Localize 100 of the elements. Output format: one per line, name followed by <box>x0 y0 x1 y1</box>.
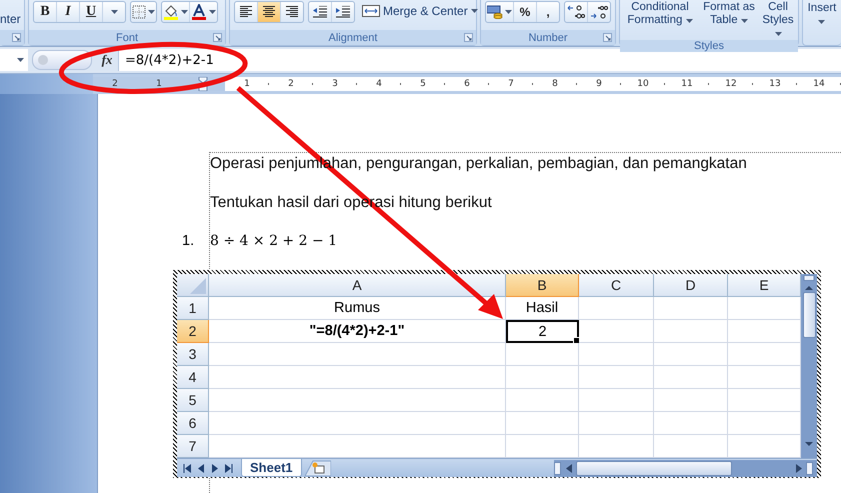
ruler-number: 14 <box>811 79 827 89</box>
table-cell[interactable] <box>579 389 654 412</box>
group-label: Font <box>116 32 138 44</box>
horizontal-scrollbar[interactable] <box>554 460 817 476</box>
select-all-button[interactable] <box>177 274 209 297</box>
ruler-number: 2 <box>286 79 296 89</box>
table-cell[interactable] <box>654 389 728 412</box>
ruler-number: 8 <box>550 79 560 89</box>
table-cell[interactable] <box>506 412 579 435</box>
ruler-number: 10 <box>635 79 651 89</box>
caret-icon <box>110 10 118 14</box>
scroll-thumb[interactable] <box>802 292 816 338</box>
comma-button[interactable]: , <box>537 2 559 22</box>
table-cell[interactable] <box>579 412 654 435</box>
merge-center-button[interactable]: Merge & Center <box>359 1 481 21</box>
font-color-button[interactable] <box>190 2 217 22</box>
split-handle[interactable] <box>803 275 815 281</box>
caret-icon <box>740 19 748 23</box>
conditional-formatting-button[interactable]: Conditional Formatting <box>621 0 699 27</box>
italic-button[interactable]: I <box>57 2 80 22</box>
table-cell[interactable]: "=8/(4*2)+2-1" <box>209 320 506 343</box>
row-header[interactable]: 5 <box>177 389 209 412</box>
percent-button[interactable]: % <box>514 2 537 22</box>
row-header[interactable]: 2 <box>177 320 209 343</box>
table-cell[interactable]: 2 <box>506 320 579 343</box>
vertical-scrollbar[interactable] <box>801 274 817 458</box>
row-header[interactable]: 4 <box>177 366 209 389</box>
row-header[interactable]: 7 <box>177 435 209 458</box>
caret-icon <box>470 9 478 13</box>
table-cell[interactable] <box>209 412 506 435</box>
sheet-tab[interactable]: Sheet1 <box>241 459 302 477</box>
caret-icon <box>686 19 693 23</box>
ruler-number: 11 <box>679 79 695 89</box>
dialog-launcher-icon[interactable] <box>464 33 473 42</box>
dialog-launcher-icon[interactable] <box>213 33 222 42</box>
left-arrow-icon[interactable] <box>565 464 573 472</box>
increase-decimal-button[interactable] <box>565 2 588 22</box>
down-arrow-icon[interactable] <box>803 440 815 448</box>
underline-button[interactable]: U <box>80 2 103 22</box>
skip-arrow-icon[interactable] <box>225 464 233 472</box>
table-cell[interactable]: Hasil <box>506 297 579 320</box>
dialog-launcher-icon[interactable] <box>603 33 612 42</box>
align-center-button[interactable] <box>258 2 281 22</box>
ruler-number: 3 <box>330 79 340 89</box>
caret-icon <box>818 20 826 24</box>
row-header[interactable]: 6 <box>177 412 209 435</box>
table-cell[interactable] <box>209 389 506 412</box>
table-cell[interactable] <box>654 366 728 389</box>
dialog-launcher-icon[interactable] <box>12 33 21 42</box>
insert-sheet-icon[interactable] <box>304 460 331 476</box>
indent-icon <box>313 6 327 18</box>
caret-icon <box>148 10 155 14</box>
math-expression: 8 ÷ 4 × 2 + 2 − 1 <box>210 233 338 251</box>
table-cell[interactable] <box>209 366 506 389</box>
group-label: Number <box>528 32 568 44</box>
decimal-icon <box>590 4 608 20</box>
paint-bucket-icon <box>163 4 179 20</box>
skip-arrow-icon[interactable] <box>183 464 191 472</box>
insert-function-button[interactable]: fx <box>96 52 118 68</box>
fill-color-button[interactable] <box>162 2 190 22</box>
table-cell[interactable] <box>579 297 654 320</box>
list-number: 1. <box>182 233 194 249</box>
column-header[interactable]: E <box>728 274 801 297</box>
triangle-icon <box>190 278 206 294</box>
ruler-number: 1 <box>155 78 163 91</box>
cell-styles-button[interactable]: Cell Styles <box>759 0 797 40</box>
table-cell[interactable] <box>579 320 654 343</box>
ruler-number: 9 <box>594 79 604 89</box>
row-header[interactable]: 1 <box>177 297 209 320</box>
table-cell[interactable] <box>579 343 654 366</box>
table-cell[interactable] <box>506 389 579 412</box>
up-arrow-icon[interactable] <box>805 286 813 290</box>
indent-marker-icon[interactable] <box>198 77 208 91</box>
table-cell[interactable] <box>654 412 728 435</box>
table-cell[interactable] <box>209 343 506 366</box>
font-color-icon <box>191 4 207 20</box>
table-cell[interactable] <box>654 320 728 343</box>
table-cell[interactable] <box>654 297 728 320</box>
caret-icon <box>209 10 216 14</box>
right-arrow-icon[interactable] <box>795 464 803 472</box>
split-handle[interactable] <box>806 462 814 474</box>
row-header[interactable]: 3 <box>177 343 209 366</box>
caret-icon <box>774 32 782 36</box>
embedded-sheet-frame[interactable]: A B C D E 1 Rumus Hasil 2 "=8/(4*2)+2-1" 2 3 4 5 6 7 Sheet1 <box>173 270 821 478</box>
split-handle[interactable] <box>554 462 562 474</box>
bold-button[interactable]: B <box>34 2 57 22</box>
column-header[interactable]: A <box>209 274 506 297</box>
ruler-number: 2 <box>111 78 119 91</box>
format-as-table-button[interactable]: Format as Table <box>700 0 758 27</box>
table-cell[interactable] <box>654 343 728 366</box>
table-cell[interactable] <box>506 343 579 366</box>
decimal-icon <box>567 4 585 20</box>
column-header[interactable]: D <box>654 274 728 297</box>
column-header[interactable]: C <box>579 274 654 297</box>
ruler-number: 13 <box>767 79 783 89</box>
scroll-thumb[interactable] <box>576 460 732 476</box>
column-header[interactable]: B <box>506 274 579 297</box>
currency-button[interactable] <box>486 2 514 22</box>
table-cell[interactable] <box>506 366 579 389</box>
table-cell[interactable] <box>579 366 654 389</box>
